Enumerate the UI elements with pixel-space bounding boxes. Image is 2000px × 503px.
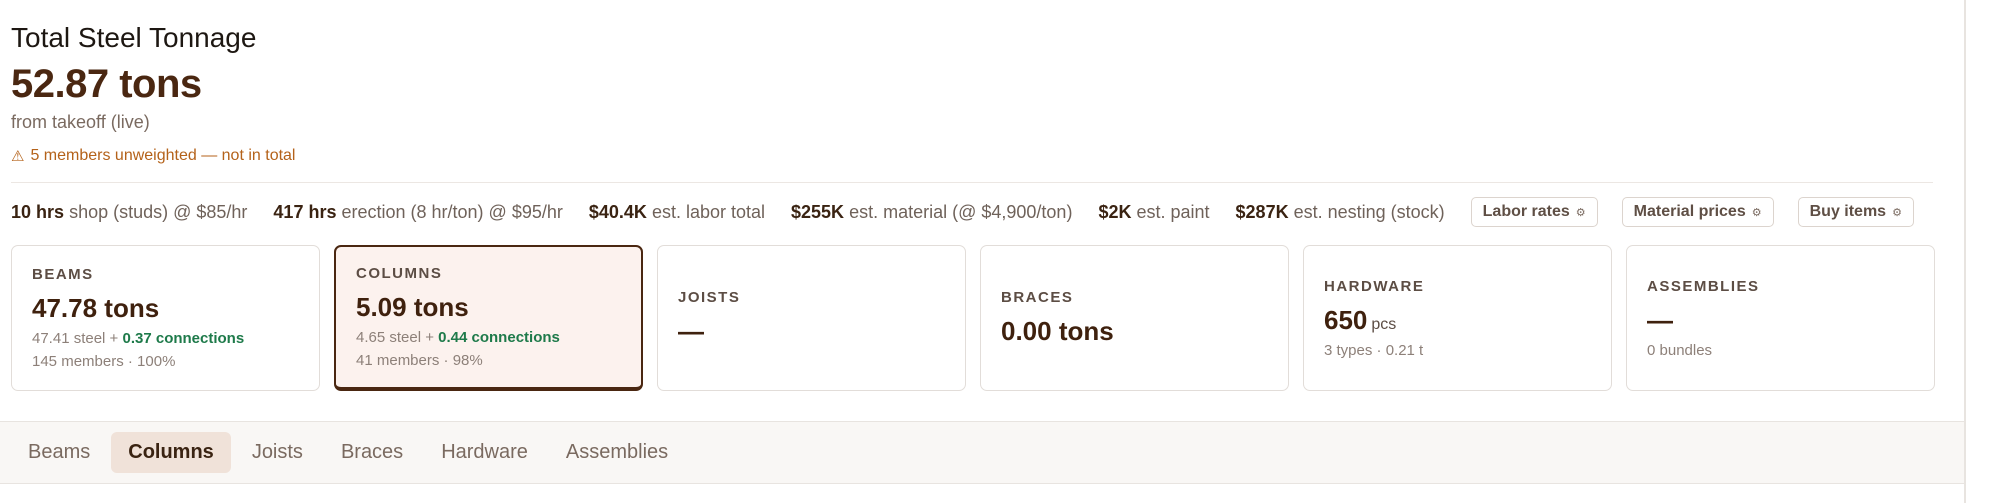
tab-braces[interactable]: Braces [324,432,420,473]
card-value: 0.00 tons [1001,316,1114,346]
card-value: — [678,316,704,346]
material-prices-button[interactable]: Material prices ⚙ [1621,197,1774,227]
card-label: HARDWARE [1324,277,1425,295]
card-label: COLUMNS [356,265,443,282]
labor-rates-button[interactable]: Labor rates ⚙ [1470,197,1598,227]
card-value: 650 pcs [1324,304,1397,335]
cost-labor-total: $40.4K est. labor total [588,201,765,222]
card-columns[interactable]: COLUMNS 5.09 tons 4.65 steel + 0.44 conn… [334,245,643,391]
card-assemblies[interactable]: ASSEMBLIES — 0 bundles [1626,245,1935,391]
cost-summary-row: 10 hrs shop (studs) @ $85/hr 417 hrs ere… [11,196,1938,228]
tab-assemblies[interactable]: Assemblies [549,432,685,473]
warning-text: 5 members unweighted — not in total [30,147,296,164]
cost-shop: 10 hrs shop (studs) @ $85/hr [11,201,248,222]
card-braces[interactable]: BRACES 0.00 tons [980,245,1289,391]
card-joists[interactable]: JOISTS — [657,245,966,391]
card-value: — [1647,304,1673,335]
warning-triangle-icon: ⚠ [11,148,25,165]
card-label: BEAMS [32,266,94,283]
panel-title: Total Steel Tonnage [11,22,257,53]
cost-material: $255K est. material (@ $4,900/ton) [791,201,1073,222]
steel-tonnage-panel: Total Steel Tonnage 52.87 tons from take… [0,0,2000,503]
tab-columns[interactable]: Columns [111,432,231,473]
card-meta: 41 members · 98% [356,352,483,369]
header-divider [11,182,1933,183]
card-value: 47.78 tons [32,293,160,323]
card-label: ASSEMBLIES [1647,277,1760,295]
gear-icon: ⚙ [1892,206,1902,219]
category-cards: BEAMS 47.78 tons 47.41 steel + 0.37 conn… [11,245,1935,391]
card-label: BRACES [1001,289,1074,306]
buy-items-button[interactable]: Buy items ⚙ [1797,197,1914,227]
card-value: 5.09 tons [356,292,469,322]
tonnage-source: from takeoff (live) [11,112,150,132]
card-meta: 0 bundles [1647,341,1713,359]
card-beams[interactable]: BEAMS 47.78 tons 47.41 steel + 0.37 conn… [11,245,320,391]
cost-erection: 417 hrs erection (8 hr/ton) @ $95/hr [273,201,563,222]
card-meta: 145 members · 100% [32,353,176,370]
gear-icon: ⚙ [1575,206,1586,219]
tab-hardware[interactable]: Hardware [424,432,545,473]
card-breakdown: 4.65 steel + 0.44 connections [356,329,560,346]
cost-paint: $2K est. paint [1098,201,1210,222]
tab-joists[interactable]: Joists [235,432,320,473]
card-hardware[interactable]: HARDWARE 650 pcs 3 types · 0.21 t [1303,245,1612,391]
card-label: JOISTS [678,289,741,306]
card-meta: 3 types · 0.21 t [1324,341,1424,359]
gear-icon: ⚙ [1751,206,1762,219]
card-breakdown: 47.41 steel + 0.37 connections [32,330,245,347]
cost-nesting: $287K est. nesting (stock) [1235,201,1445,222]
tab-beams[interactable]: Beams [11,432,107,473]
category-tabs: Beams Columns Joists Braces Hardware Ass… [0,421,1964,484]
total-tonnage-value: 52.87 tons [11,62,202,106]
scrollbar-track[interactable] [1964,0,1966,503]
unweighted-warning: ⚠ 5 members unweighted — not in total [11,147,295,165]
